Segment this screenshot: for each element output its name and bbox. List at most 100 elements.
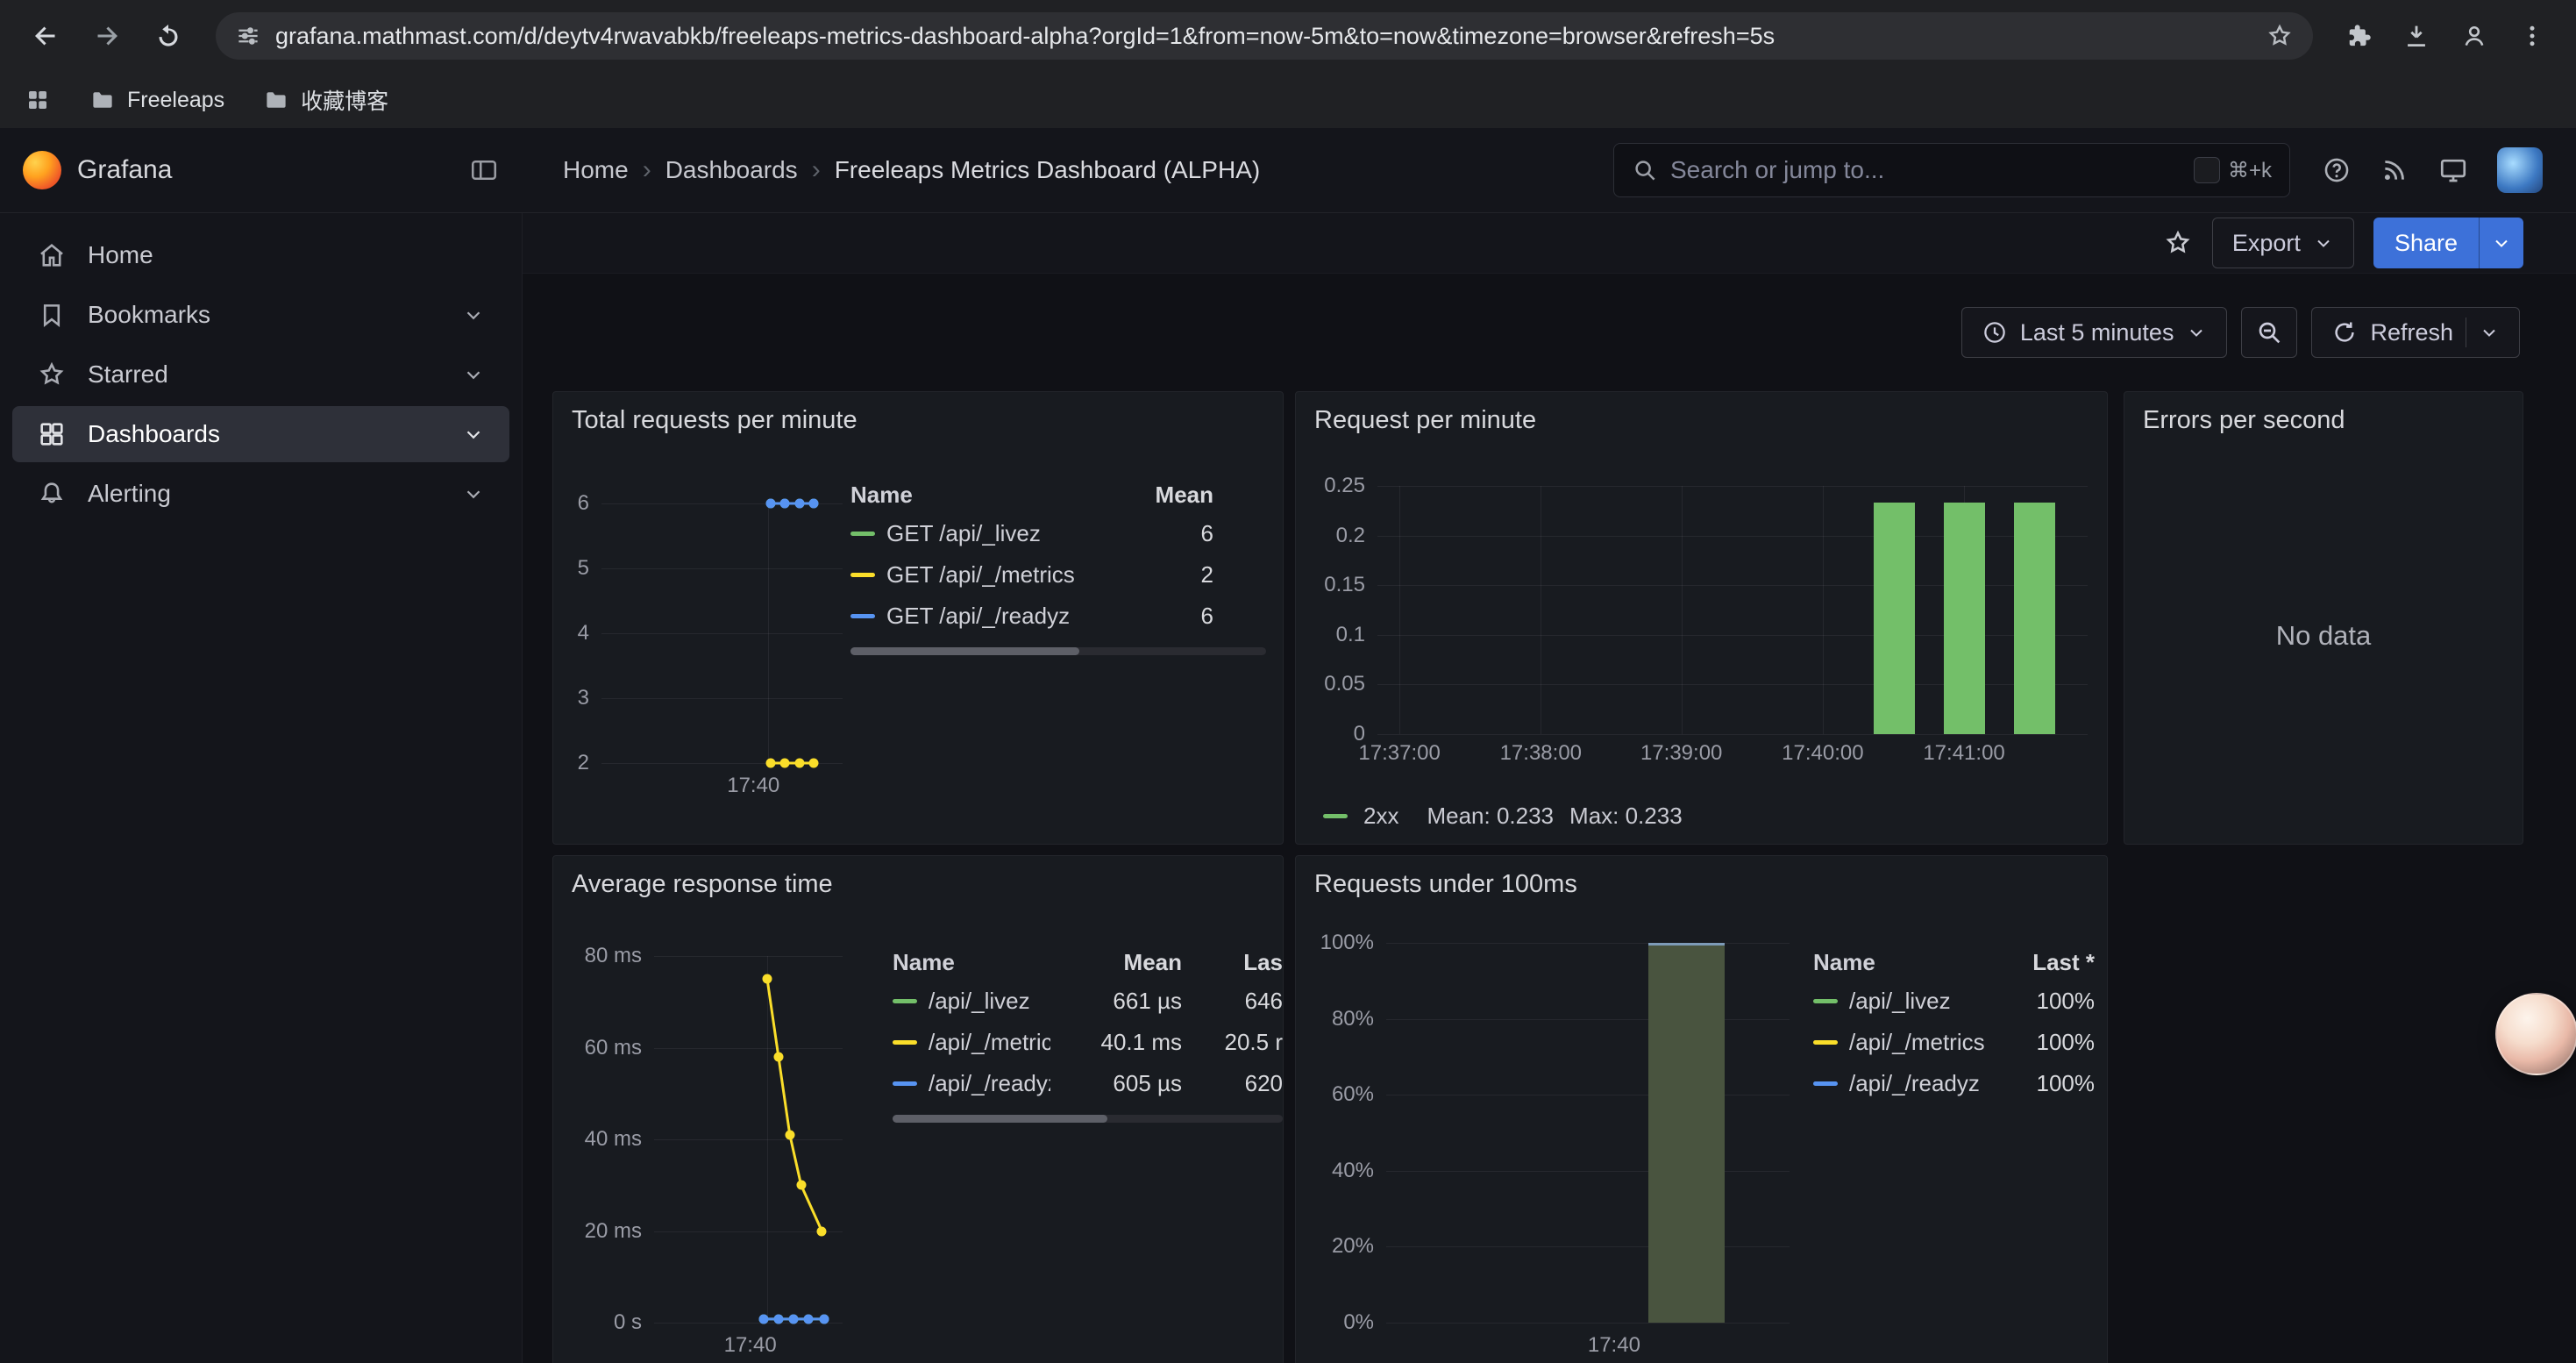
series-name[interactable]: 2xx	[1363, 803, 1398, 830]
reload-button[interactable]	[144, 11, 193, 61]
legend-scrollbar[interactable]	[850, 647, 1266, 655]
extensions-button[interactable]	[2336, 13, 2381, 59]
export-button[interactable]: Export	[2212, 218, 2354, 268]
user-avatar[interactable]	[2497, 147, 2543, 193]
y-tick-label: 0%	[1343, 1310, 1374, 1335]
bookmark-item-blogs[interactable]: 收藏博客	[263, 84, 388, 116]
series-color-green	[893, 999, 917, 1003]
scrollbar-thumb[interactable]	[893, 1115, 1107, 1123]
scrollbar-thumb[interactable]	[850, 647, 1079, 655]
zoom-out-button[interactable]	[2241, 307, 2297, 358]
series-color-blue	[893, 1081, 917, 1086]
breadcrumb-separator: ›	[812, 157, 821, 183]
bookmark-item-freeleaps[interactable]: Freeleaps	[89, 87, 224, 113]
legend-header-last[interactable]: Last *	[1998, 949, 2095, 976]
panel-title[interactable]: Requests under 100ms	[1314, 870, 1577, 899]
y-tick-label: 0.1	[1336, 623, 1365, 647]
legend-header-last[interactable]: Las	[1182, 949, 1283, 976]
y-axis: 0.250.20.150.10.050	[1296, 486, 1377, 734]
panel-total-requests: Total requests per minute 65432 17:40 Na…	[552, 391, 1284, 845]
y-tick-label: 2	[578, 751, 589, 775]
bookmark-star-icon[interactable]	[2266, 22, 2294, 50]
monitor-icon[interactable]	[2437, 154, 2469, 186]
browser-menu-button[interactable]	[2509, 13, 2555, 59]
legend-row: /api/_/readyz 100%	[1813, 1063, 2095, 1104]
chart-point	[780, 499, 790, 509]
sidebar-toggle-icon[interactable]	[468, 154, 500, 186]
series-max: Max: 0.233	[1569, 803, 1683, 830]
y-tick-label: 80 ms	[585, 944, 642, 968]
forward-button[interactable]	[82, 11, 132, 61]
sidebar-item-alerting[interactable]: Alerting	[12, 466, 509, 522]
time-range-picker[interactable]: Last 5 minutes	[1961, 307, 2228, 358]
chart-point	[809, 499, 819, 509]
breadcrumb-home[interactable]: Home	[563, 156, 629, 184]
help-icon[interactable]	[2322, 155, 2352, 185]
panel-title[interactable]: Request per minute	[1314, 406, 1536, 435]
refresh-icon	[2331, 319, 2358, 346]
site-settings-icon[interactable]	[235, 23, 261, 49]
panel-title[interactable]: Errors per second	[2143, 406, 2345, 435]
sidebar-item-label: Alerting	[88, 480, 171, 508]
sidebar-item-home[interactable]: Home	[12, 227, 509, 283]
grafana-logo[interactable]	[23, 151, 61, 189]
gridline	[1386, 1171, 1790, 1172]
chart-point	[794, 499, 804, 509]
downloads-button[interactable]	[2394, 13, 2439, 59]
share-label[interactable]: Share	[2373, 218, 2479, 268]
browser-chrome: Freeleaps 收藏博客	[0, 0, 2576, 128]
series-name[interactable]: /api/_/readyz	[1849, 1070, 1980, 1097]
sidebar-item-starred[interactable]: Starred	[12, 346, 509, 403]
legend-header-mean[interactable]: Mean	[1050, 949, 1182, 976]
chevron-down-icon[interactable]	[462, 303, 485, 326]
download-icon	[2402, 21, 2431, 51]
breadcrumb-dashboards[interactable]: Dashboards	[665, 156, 798, 184]
puzzle-icon	[2345, 22, 2373, 50]
legend-scrollbar[interactable]	[893, 1115, 1283, 1123]
share-button[interactable]: Share	[2373, 218, 2523, 268]
sidebar-item-bookmarks[interactable]: Bookmarks	[12, 287, 509, 343]
panel-title[interactable]: Total requests per minute	[572, 406, 857, 435]
url-input[interactable]	[275, 23, 2252, 50]
search-input[interactable]	[1670, 156, 2181, 184]
legend-header-name[interactable]: Name	[893, 949, 1050, 976]
y-tick-label: 60%	[1332, 1082, 1374, 1107]
gridline	[1386, 1246, 1790, 1247]
series-color-yellow	[893, 1040, 917, 1045]
favorite-star-icon[interactable]	[2163, 228, 2193, 258]
legend-header-name[interactable]: Name	[1813, 949, 1998, 976]
chart-point	[765, 499, 775, 509]
back-button[interactable]	[21, 11, 70, 61]
series-name[interactable]: /api/_/metrics	[929, 1029, 1050, 1056]
url-bar[interactable]	[216, 12, 2313, 60]
chevron-down-icon[interactable]	[462, 363, 485, 386]
series-name[interactable]: GET /api/_/metrics	[886, 561, 1075, 589]
legend-header-name[interactable]: Name	[850, 482, 1135, 509]
panel-title[interactable]: Average response time	[572, 870, 833, 899]
grafana-brand[interactable]: Grafana	[77, 155, 172, 185]
refresh-interval-caret[interactable]	[2479, 322, 2500, 343]
sidebar-item-dashboards[interactable]: Dashboards	[12, 406, 509, 462]
assistant-avatar-overlay[interactable]	[2495, 993, 2576, 1075]
series-name[interactable]: GET /api/_/readyz	[886, 603, 1070, 630]
search-shortcut: ⌘+k	[2194, 157, 2272, 183]
series-name[interactable]: /api/_/readyz	[929, 1070, 1050, 1097]
chevron-down-icon[interactable]	[462, 482, 485, 505]
refresh-button[interactable]: Refresh	[2311, 307, 2520, 358]
share-menu-caret[interactable]	[2479, 218, 2523, 268]
chevron-down-icon[interactable]	[462, 423, 485, 446]
series-name[interactable]: GET /api/_livez	[886, 520, 1041, 547]
series-name[interactable]: /api/_/metrics	[1849, 1029, 1985, 1056]
sidebar: Home Bookmarks Starred Dashboards Alerti…	[0, 213, 523, 1363]
panel-request-per-minute: Request per minute 0.250.20.150.10.050 1…	[1295, 391, 2108, 845]
panel-average-response-time: Average response time 80 ms60 ms40 ms20 …	[552, 855, 1284, 1363]
legend-header-mean[interactable]: Mean	[1135, 482, 1213, 509]
rss-icon[interactable]	[2380, 155, 2409, 185]
x-tick-label: 17:40	[1588, 1333, 1640, 1358]
profile-button[interactable]	[2451, 13, 2497, 59]
apps-grid-icon[interactable]	[25, 87, 51, 113]
search-bar[interactable]: ⌘+k	[1613, 143, 2290, 197]
series-name[interactable]: /api/_livez	[1849, 988, 1951, 1015]
series-name[interactable]: /api/_livez	[929, 988, 1030, 1015]
series-mean: 6	[1135, 603, 1213, 630]
